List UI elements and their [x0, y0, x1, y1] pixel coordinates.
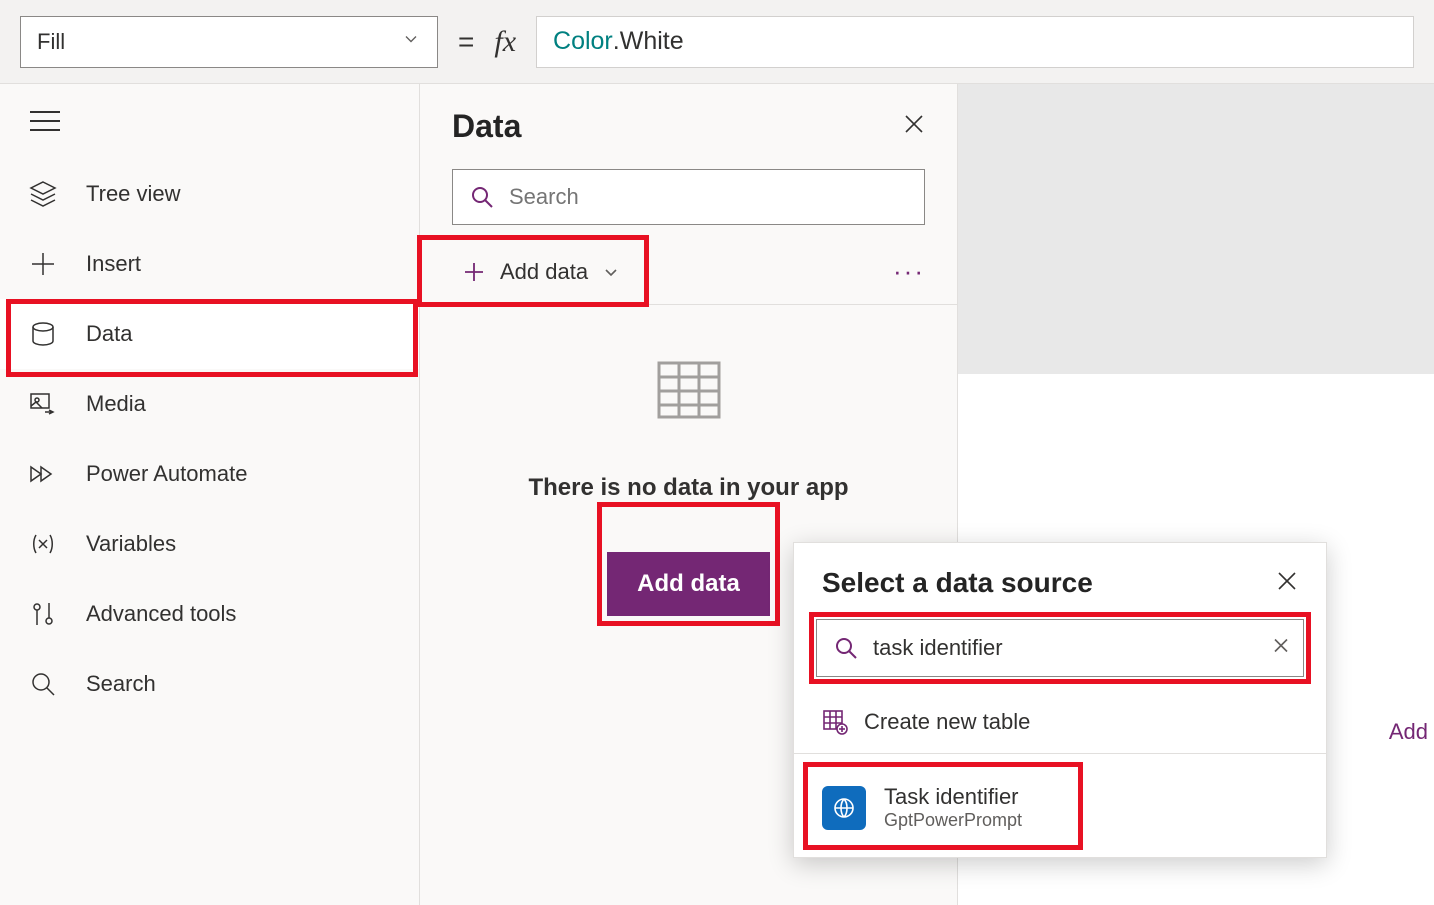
result-title: Task identifier [884, 784, 1022, 810]
sidebar-item-label: Media [86, 391, 146, 417]
sidebar-item-insert[interactable]: Insert [0, 229, 419, 299]
data-source-result-item[interactable]: Task identifier GptPowerPrompt [808, 768, 1312, 847]
sidebar-item-search[interactable]: Search [0, 649, 419, 719]
data-panel-title: Data [452, 108, 521, 145]
hamburger-button[interactable] [0, 104, 419, 159]
empty-message: There is no data in your app [528, 474, 848, 502]
sidebar-item-data[interactable]: Data [0, 299, 419, 369]
variable-icon [28, 529, 58, 559]
flow-icon [28, 459, 58, 489]
formula-bar: Fill = fx Color.White [0, 0, 1434, 84]
table-plus-icon [822, 709, 848, 735]
create-new-table-label: Create new table [864, 709, 1030, 735]
clear-search-button[interactable] [1272, 637, 1290, 660]
layers-icon [28, 179, 58, 209]
search-icon [469, 184, 495, 210]
sidebar-item-label: Advanced tools [86, 601, 236, 627]
ai-model-icon [822, 786, 866, 830]
table-icon [657, 361, 721, 424]
add-link[interactable]: Add [1389, 719, 1428, 745]
sidebar-item-variables[interactable]: Variables [0, 509, 419, 579]
tools-icon [28, 599, 58, 629]
sidebar-item-label: Search [86, 671, 156, 697]
chevron-down-icon [401, 29, 421, 55]
highlight-box [6, 299, 418, 377]
sidebar-item-power-automate[interactable]: Power Automate [0, 439, 419, 509]
popup-close-button[interactable] [1276, 570, 1298, 597]
sidebar-item-label: Data [86, 321, 132, 347]
popup-search-input[interactable] [873, 635, 1259, 661]
plus-icon [28, 249, 58, 279]
close-button[interactable] [903, 113, 925, 140]
search-icon [833, 635, 859, 661]
sidebar-item-label: Power Automate [86, 461, 247, 487]
formula-token-member: White [620, 27, 684, 56]
result-subtitle: GptPowerPrompt [884, 810, 1022, 831]
formula-input[interactable]: Color.White [536, 16, 1414, 68]
sidebar-item-advanced-tools[interactable]: Advanced tools [0, 579, 419, 649]
add-data-button[interactable]: Add data [607, 552, 770, 616]
data-search-input[interactable] [509, 184, 908, 210]
add-data-dropdown[interactable]: Add data [452, 253, 630, 291]
add-data-label: Add data [500, 259, 588, 285]
database-icon [28, 319, 58, 349]
plus-icon [462, 260, 486, 284]
create-new-table-button[interactable]: Create new table [794, 689, 1326, 754]
sidebar-item-label: Insert [86, 251, 141, 277]
chevron-down-icon [602, 263, 620, 281]
popup-search-box[interactable] [816, 619, 1304, 677]
property-name: Fill [37, 29, 65, 55]
select-data-source-popup: Select a data source Create new table Ta… [793, 542, 1327, 858]
popup-title: Select a data source [822, 567, 1093, 599]
property-selector[interactable]: Fill [20, 16, 438, 68]
media-icon [28, 389, 58, 419]
formula-token-class: Color [553, 27, 613, 56]
sidebar-item-label: Variables [86, 531, 176, 557]
fx-label: fx [494, 25, 516, 59]
sidebar-item-label: Tree view [86, 181, 181, 207]
more-options-button[interactable]: ··· [893, 256, 925, 287]
left-sidebar: Tree view Insert Data Media Power Automa… [0, 84, 420, 905]
search-icon [28, 669, 58, 699]
data-search-box[interactable] [452, 169, 925, 225]
sidebar-item-media[interactable]: Media [0, 369, 419, 439]
equals-sign: = [458, 26, 474, 58]
sidebar-item-tree-view[interactable]: Tree view [0, 159, 419, 229]
